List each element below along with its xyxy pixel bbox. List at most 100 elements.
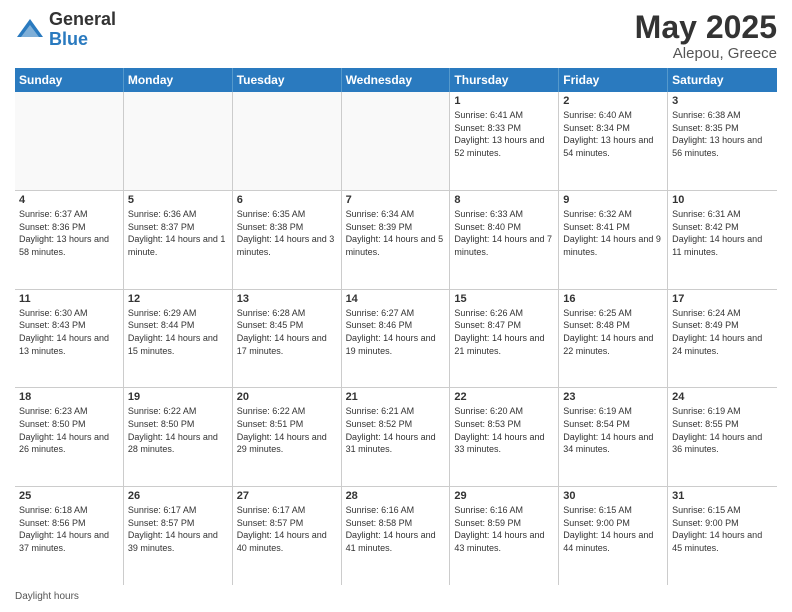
- day-number: 15: [454, 293, 554, 305]
- day-number: 21: [346, 391, 446, 403]
- day-detail: Sunrise: 6:18 AM Sunset: 8:56 PM Dayligh…: [19, 504, 119, 554]
- logo-text: General Blue: [49, 10, 116, 50]
- day-detail: Sunrise: 6:22 AM Sunset: 8:50 PM Dayligh…: [128, 405, 228, 455]
- day-number: 14: [346, 293, 446, 305]
- day-number: 27: [237, 490, 337, 502]
- day-detail: Sunrise: 6:22 AM Sunset: 8:51 PM Dayligh…: [237, 405, 337, 455]
- day-cell-17: 17 Sunrise: 6:24 AM Sunset: 8:49 PM Dayli…: [668, 290, 777, 388]
- day-cell-14: 14Sunrise: 6:27 AM Sunset: 8:46 PM Dayli…: [342, 290, 451, 388]
- day-cell-29: 29 Sunrise: 6:16 AM Sunset: 8:59 PM Dayli…: [450, 487, 559, 585]
- day-number: 28: [346, 490, 446, 502]
- day-detail: Sunrise: 6:16 AM Sunset: 8:59 PM Dayligh…: [454, 504, 554, 554]
- day-detail: Sunrise: 6:31 AM Sunset: 8:42 PM Dayligh…: [672, 208, 773, 258]
- day-detail: Sunrise: 6:35 AM Sunset: 8:38 PM Dayligh…: [237, 208, 337, 258]
- day-cell-7: 7 Sunrise: 6:34 AM Sunset: 8:39 PM Daylig…: [342, 191, 451, 289]
- day-detail: Sunrise: 6:26 AM Sunset: 8:47 PM Dayligh…: [454, 307, 554, 357]
- day-detail: Sunrise: 6:33 AM Sunset: 8:40 PM Dayligh…: [454, 208, 554, 258]
- day-cell-30: 30 Sunrise: 6:15 AM Sunset: 9:00 PM Dayli…: [559, 487, 668, 585]
- header-day-saturday: Saturday: [668, 68, 777, 92]
- day-number: 25: [19, 490, 119, 502]
- day-number: 19: [128, 391, 228, 403]
- day-detail: Sunrise: 6:25 AM Sunset: 8:48 PM Dayligh…: [563, 307, 663, 357]
- day-number: 1: [454, 95, 554, 107]
- day-detail: Sunrise: 6:21 AM Sunset: 8:52 PM Dayligh…: [346, 405, 446, 455]
- day-cell-16: 16 Sunrise: 6:25 AM Sunset: 8:48 PM Dayli…: [559, 290, 668, 388]
- day-cell-3: 3 Sunrise: 6:38 AM Sunset: 8:35 PM Daylig…: [668, 92, 777, 190]
- day-detail: Sunrise: 6:16 AM Sunset: 8:58 PM Dayligh…: [346, 504, 446, 554]
- day-cell-5: 5 Sunrise: 6:36 AM Sunset: 8:37 PM Daylig…: [124, 191, 233, 289]
- week-row-3: 18Sunrise: 6:23 AM Sunset: 8:50 PM Dayli…: [15, 388, 777, 487]
- day-number: 2: [563, 95, 663, 107]
- day-number: 11: [19, 293, 119, 305]
- day-number: 16: [563, 293, 663, 305]
- day-detail: Sunrise: 6:17 AM Sunset: 8:57 PM Dayligh…: [237, 504, 337, 554]
- day-cell-12: 12Sunrise: 6:29 AM Sunset: 8:44 PM Dayli…: [124, 290, 233, 388]
- day-cell-23: 23 Sunrise: 6:19 AM Sunset: 8:54 PM Dayli…: [559, 388, 668, 486]
- day-cell-21: 21 Sunrise: 6:21 AM Sunset: 8:52 PM Dayli…: [342, 388, 451, 486]
- day-detail: Sunrise: 6:24 AM Sunset: 8:49 PM Dayligh…: [672, 307, 773, 357]
- day-number: 3: [672, 95, 773, 107]
- day-cell-26: 26 Sunrise: 6:17 AM Sunset: 8:57 PM Dayli…: [124, 487, 233, 585]
- day-detail: Sunrise: 6:19 AM Sunset: 8:55 PM Dayligh…: [672, 405, 773, 455]
- day-detail: Sunrise: 6:15 AM Sunset: 9:00 PM Dayligh…: [672, 504, 773, 554]
- title-location: Alepou, Greece: [635, 45, 777, 62]
- day-number: 13: [237, 293, 337, 305]
- day-number: 4: [19, 194, 119, 206]
- empty-cell: [124, 92, 233, 190]
- day-cell-28: 28 Sunrise: 6:16 AM Sunset: 8:58 PM Dayli…: [342, 487, 451, 585]
- header-day-tuesday: Tuesday: [233, 68, 342, 92]
- day-cell-31: 31Sunrise: 6:15 AM Sunset: 9:00 PM Dayli…: [668, 487, 777, 585]
- day-detail: Sunrise: 6:36 AM Sunset: 8:37 PM Dayligh…: [128, 208, 228, 258]
- header-day-monday: Monday: [124, 68, 233, 92]
- day-cell-11: 11Sunrise: 6:30 AM Sunset: 8:43 PM Dayli…: [15, 290, 124, 388]
- day-number: 30: [563, 490, 663, 502]
- logo-icon: [15, 15, 45, 45]
- day-cell-18: 18Sunrise: 6:23 AM Sunset: 8:50 PM Dayli…: [15, 388, 124, 486]
- empty-cell: [233, 92, 342, 190]
- day-detail: Sunrise: 6:41 AM Sunset: 8:33 PM Dayligh…: [454, 109, 554, 159]
- day-number: 26: [128, 490, 228, 502]
- day-detail: Sunrise: 6:17 AM Sunset: 8:57 PM Dayligh…: [128, 504, 228, 554]
- day-number: 17: [672, 293, 773, 305]
- day-detail: Sunrise: 6:34 AM Sunset: 8:39 PM Dayligh…: [346, 208, 446, 258]
- day-detail: Sunrise: 6:29 AM Sunset: 8:44 PM Dayligh…: [128, 307, 228, 357]
- empty-cell: [15, 92, 124, 190]
- day-cell-20: 20Sunrise: 6:22 AM Sunset: 8:51 PM Dayli…: [233, 388, 342, 486]
- day-detail: Sunrise: 6:19 AM Sunset: 8:54 PM Dayligh…: [563, 405, 663, 455]
- day-number: 29: [454, 490, 554, 502]
- day-detail: Sunrise: 6:40 AM Sunset: 8:34 PM Dayligh…: [563, 109, 663, 159]
- header: General Blue May 2025 Alepou, Greece: [15, 10, 777, 62]
- day-cell-25: 25 Sunrise: 6:18 AM Sunset: 8:56 PM Dayli…: [15, 487, 124, 585]
- day-detail: Sunrise: 6:23 AM Sunset: 8:50 PM Dayligh…: [19, 405, 119, 455]
- logo: General Blue: [15, 10, 116, 50]
- day-number: 9: [563, 194, 663, 206]
- day-number: 24: [672, 391, 773, 403]
- footer: Daylight hours: [15, 591, 777, 602]
- day-detail: Sunrise: 6:37 AM Sunset: 8:36 PM Dayligh…: [19, 208, 119, 258]
- footer-text: Daylight hours: [15, 591, 79, 602]
- logo-blue-text: Blue: [49, 30, 116, 50]
- day-cell-27: 27 Sunrise: 6:17 AM Sunset: 8:57 PM Dayli…: [233, 487, 342, 585]
- day-number: 23: [563, 391, 663, 403]
- day-cell-19: 19 Sunrise: 6:22 AM Sunset: 8:50 PM Dayli…: [124, 388, 233, 486]
- logo-general: General: [49, 10, 116, 30]
- empty-cell: [342, 92, 451, 190]
- day-number: 7: [346, 194, 446, 206]
- page: General Blue May 2025 Alepou, Greece Sun…: [0, 0, 792, 612]
- title-block: May 2025 Alepou, Greece: [635, 10, 777, 62]
- day-cell-13: 13Sunrise: 6:28 AM Sunset: 8:45 PM Dayli…: [233, 290, 342, 388]
- day-number: 5: [128, 194, 228, 206]
- day-cell-6: 6Sunrise: 6:35 AM Sunset: 8:38 PM Daylig…: [233, 191, 342, 289]
- header-day-friday: Friday: [559, 68, 668, 92]
- day-detail: Sunrise: 6:15 AM Sunset: 9:00 PM Dayligh…: [563, 504, 663, 554]
- week-row-4: 25 Sunrise: 6:18 AM Sunset: 8:56 PM Dayli…: [15, 487, 777, 585]
- day-cell-22: 22Sunrise: 6:20 AM Sunset: 8:53 PM Dayli…: [450, 388, 559, 486]
- week-row-0: 1 Sunrise: 6:41 AM Sunset: 8:33 PM Daylig…: [15, 92, 777, 191]
- week-row-1: 4 Sunrise: 6:37 AM Sunset: 8:36 PM Daylig…: [15, 191, 777, 290]
- day-cell-15: 15 Sunrise: 6:26 AM Sunset: 8:47 PM Dayli…: [450, 290, 559, 388]
- calendar: SundayMondayTuesdayWednesdayThursdayFrid…: [15, 68, 777, 585]
- day-cell-8: 8Sunrise: 6:33 AM Sunset: 8:40 PM Daylig…: [450, 191, 559, 289]
- day-detail: Sunrise: 6:32 AM Sunset: 8:41 PM Dayligh…: [563, 208, 663, 258]
- day-detail: Sunrise: 6:38 AM Sunset: 8:35 PM Dayligh…: [672, 109, 773, 159]
- header-day-thursday: Thursday: [450, 68, 559, 92]
